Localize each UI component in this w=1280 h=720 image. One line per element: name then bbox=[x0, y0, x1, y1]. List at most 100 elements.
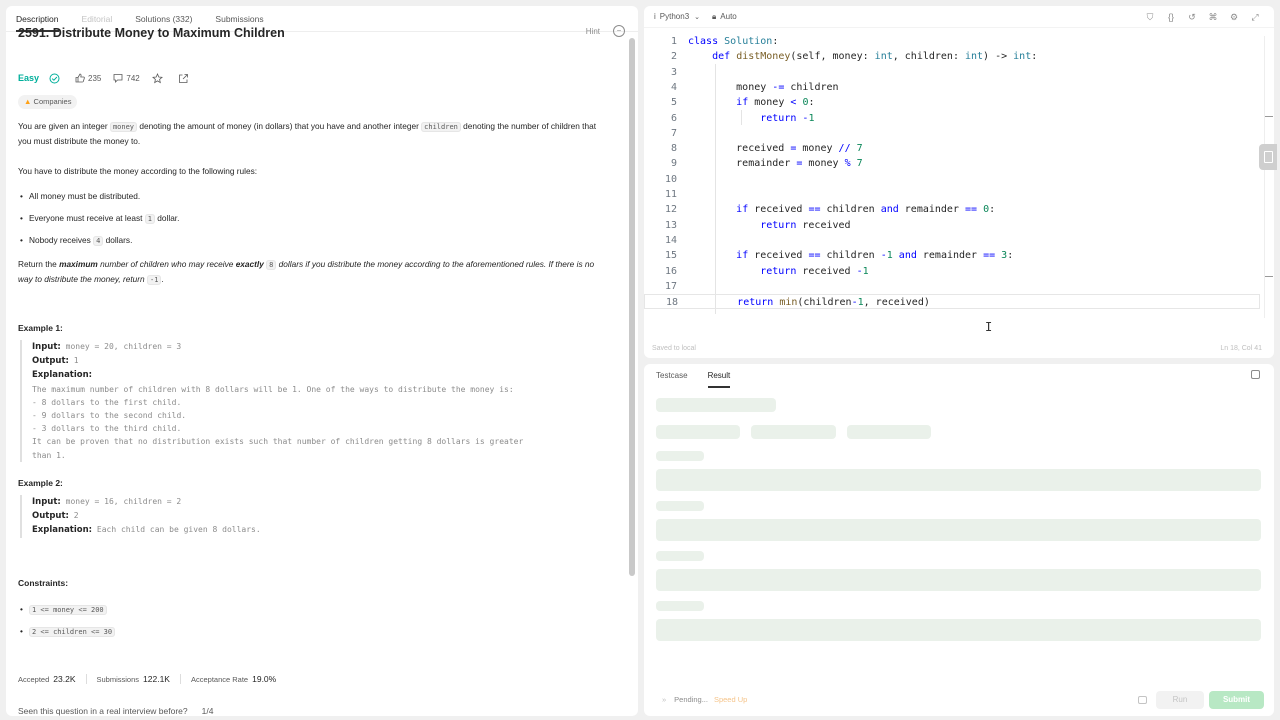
constraint-item: 2 <= children <= 30 bbox=[20, 625, 116, 637]
example-1-box: Input: money = 20, children = 3 Output: … bbox=[20, 340, 612, 462]
rule-item: Everyone must receive at least 1 dollar. bbox=[20, 212, 179, 224]
language-selector[interactable]: i Python3 ⌄ bbox=[654, 12, 700, 21]
difficulty-badge: Easy bbox=[18, 73, 40, 83]
example-2-title: Example 2: bbox=[18, 478, 63, 488]
description-paragraph-2: You have to distribute the money accordi… bbox=[18, 166, 258, 176]
companies-tag[interactable]: ▲ Companies bbox=[18, 95, 78, 109]
loading-skeleton bbox=[751, 425, 836, 439]
pending-status: » Pending... Speed Up bbox=[662, 695, 748, 704]
title-row: 2591. Distribute Money to Maximum Childr… bbox=[18, 24, 630, 42]
bookmark-icon[interactable]: ⛉ bbox=[1145, 12, 1155, 22]
code-line: 2 def distMoney(self, money: int, childr… bbox=[670, 51, 1038, 63]
expand-icon[interactable] bbox=[1251, 370, 1260, 379]
fullscreen-icon[interactable]: ⤢ bbox=[1250, 12, 1260, 22]
loading-skeleton bbox=[656, 469, 1261, 491]
interview-question-row: Seen this question in a real interview b… bbox=[18, 706, 214, 716]
code-area[interactable]: 1 class Solution: 2 def distMoney(self, m… bbox=[644, 34, 1260, 314]
result-tabs: Testcase Result bbox=[644, 364, 1274, 388]
seen-pagination[interactable]: 1/4 bbox=[202, 706, 214, 716]
rule-item: All money must be distributed. bbox=[20, 190, 140, 202]
tab-result[interactable]: Result bbox=[707, 364, 731, 388]
code-line: 7 bbox=[670, 127, 677, 139]
code-line: 11 bbox=[664, 189, 677, 200]
scrollbar-thumb[interactable] bbox=[629, 38, 635, 576]
like-count: 235 bbox=[88, 73, 102, 83]
code-line: 10 bbox=[664, 173, 677, 185]
constraints-title: Constraints: bbox=[18, 578, 69, 588]
return-paragraph: Return the maximum number of children wh… bbox=[18, 259, 595, 285]
loading-skeleton bbox=[656, 619, 1261, 641]
description-paragraph-1: You are given an integer money denoting … bbox=[18, 121, 597, 146]
hint-button[interactable]: Hint bbox=[586, 27, 600, 36]
code-editor-panel: i Python3 ⌄ 🔒︎ Auto ⛉ {} ↺ ⌘ ⚙ ⤢ 1 class … bbox=[644, 6, 1274, 358]
speed-up-link[interactable]: Speed Up bbox=[714, 695, 747, 704]
loading-skeleton bbox=[656, 569, 1261, 591]
more-options-icon[interactable]: − bbox=[613, 25, 625, 37]
code-line: 16 return received -1 bbox=[664, 265, 869, 277]
loading-skeleton bbox=[847, 425, 931, 439]
code-line: 3 bbox=[670, 66, 677, 78]
submissions-count: 122.1K bbox=[143, 674, 170, 684]
loading-skeleton bbox=[656, 519, 1261, 541]
code-line: 8 received = money // 7 bbox=[670, 143, 863, 155]
loading-skeleton bbox=[656, 601, 704, 611]
code-line: 6 return -1 bbox=[670, 112, 815, 124]
example-2-box: Input: money = 16, children = 2 Output: … bbox=[20, 495, 612, 538]
constraint-item: 1 <= money <= 200 bbox=[20, 603, 107, 615]
console-chevron-icon[interactable]: » bbox=[662, 695, 666, 704]
loading-skeleton bbox=[656, 501, 704, 511]
run-button[interactable]: Run bbox=[1156, 691, 1204, 709]
code-line: 17 bbox=[664, 280, 677, 292]
thumbs-up-icon bbox=[75, 73, 85, 83]
code-line-current: 18 return min(children-1, received) bbox=[644, 294, 1260, 310]
chevron-down-icon: ⌄ bbox=[694, 13, 701, 21]
code-line: 14 bbox=[664, 234, 677, 246]
acceptance-rate: 19.0% bbox=[252, 674, 277, 684]
shortcut-icon[interactable]: ⌘ bbox=[1208, 12, 1218, 22]
settings-gear-icon[interactable]: ⚙ bbox=[1229, 12, 1239, 22]
code-line: 15 if received == children -1 and remain… bbox=[664, 250, 1014, 262]
lock-icon: 🔒︎ bbox=[712, 11, 717, 21]
example-1-title: Example 1: bbox=[18, 323, 63, 333]
favorite-button[interactable] bbox=[151, 72, 166, 84]
accepted-count: 23.2K bbox=[53, 674, 76, 684]
solved-check-icon bbox=[49, 73, 63, 84]
comment-icon bbox=[113, 74, 123, 83]
description-scrollbar[interactable] bbox=[629, 34, 635, 712]
braces-icon[interactable]: {} bbox=[1166, 12, 1176, 22]
saved-status: Saved to local bbox=[652, 345, 696, 352]
comment-count: 742 bbox=[126, 73, 140, 83]
star-icon bbox=[151, 72, 163, 83]
comments-button[interactable]: 742 bbox=[113, 73, 140, 83]
editor-scrollbar[interactable] bbox=[1264, 36, 1273, 318]
submit-button[interactable]: Submit bbox=[1209, 691, 1264, 709]
share-button[interactable] bbox=[178, 73, 192, 84]
code-line: 12 if received == children and remainder… bbox=[664, 204, 996, 216]
loading-skeleton bbox=[656, 451, 704, 461]
code-line: 4 money -= children bbox=[670, 81, 839, 93]
problem-meta: Easy 235 742 bbox=[18, 72, 204, 84]
code-line: 5 if money < 0: bbox=[670, 97, 815, 109]
inline-code: money bbox=[109, 122, 138, 132]
editor-status-bar: Saved to local Ln 18, Col 41 bbox=[644, 340, 1274, 358]
code-line: 13 return received bbox=[664, 219, 851, 231]
reset-icon[interactable]: ↺ bbox=[1187, 12, 1197, 22]
like-button[interactable]: 235 bbox=[75, 73, 101, 83]
result-panel: Testcase Result » Pending... Speed Up Ru… bbox=[644, 364, 1274, 716]
rule-item: Nobody receives 4 dollars. bbox=[20, 234, 132, 246]
code-line: 1 class Solution: bbox=[670, 36, 779, 47]
auto-mode-toggle[interactable]: 🔒︎ Auto bbox=[712, 12, 737, 22]
loading-skeleton bbox=[656, 398, 776, 412]
inline-code: children bbox=[421, 122, 461, 132]
result-action-bar: » Pending... Speed Up Run Submit bbox=[644, 686, 1274, 716]
text-cursor-icon: I bbox=[985, 320, 993, 334]
side-notes-tab[interactable] bbox=[1259, 144, 1277, 170]
problem-title: 2591. Distribute Money to Maximum Childr… bbox=[18, 26, 285, 40]
editor-tools: ⛉ {} ↺ ⌘ ⚙ ⤢ bbox=[1134, 12, 1260, 22]
tab-testcase[interactable]: Testcase bbox=[656, 364, 688, 388]
loading-skeleton bbox=[656, 425, 740, 439]
info-icon: i bbox=[654, 12, 656, 21]
cursor-position: Ln 18, Col 41 bbox=[1220, 345, 1262, 352]
console-icon[interactable] bbox=[1138, 696, 1147, 704]
code-line: 9 remainder = money % 7 bbox=[670, 158, 863, 170]
